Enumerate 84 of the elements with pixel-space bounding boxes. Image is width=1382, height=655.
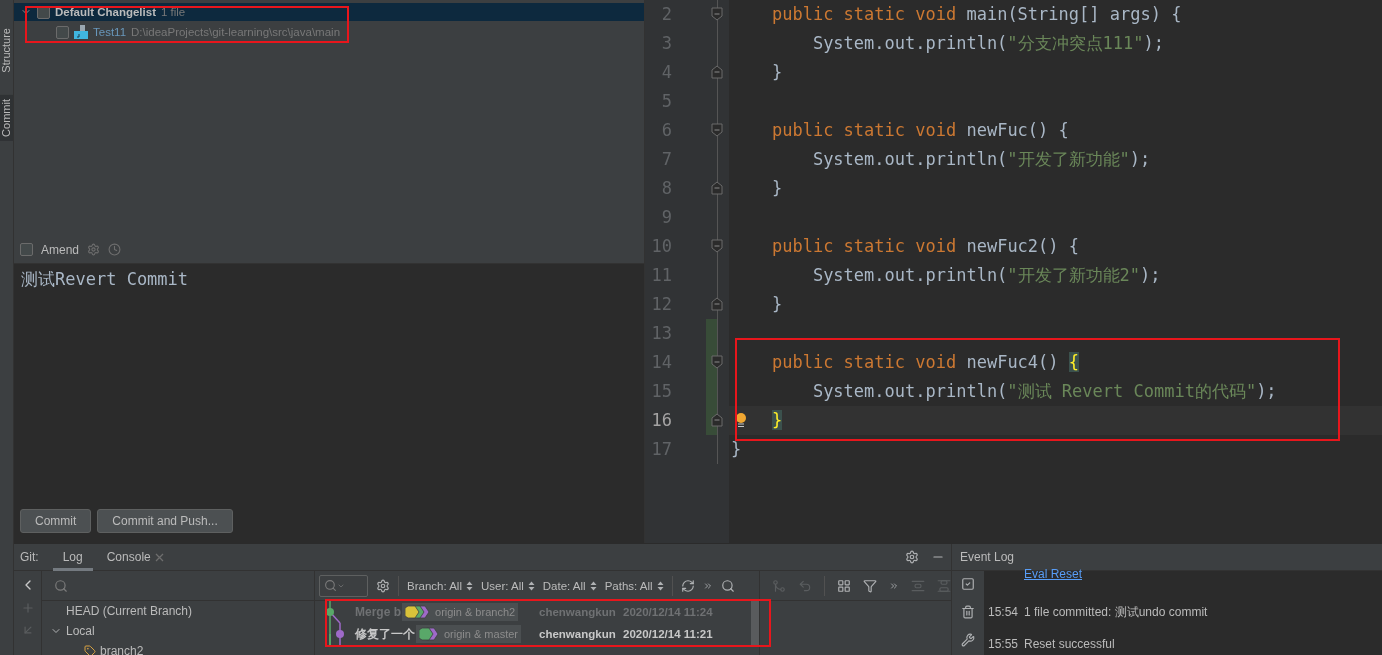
fold-marker-icon[interactable] xyxy=(711,181,723,195)
commit-author: chenwangkun xyxy=(539,628,617,640)
close-icon[interactable] xyxy=(154,552,164,562)
code-line: System.out.println("分支冲突点111"); xyxy=(811,32,1166,55)
undo-icon[interactable] xyxy=(798,578,812,593)
code-line: public static void main(String[] args) { xyxy=(770,3,1183,26)
code-line: } xyxy=(770,293,784,316)
updown-caret-icon xyxy=(466,580,473,591)
commit-message[interactable]: 修复了一个 xyxy=(355,625,415,643)
filter-dropdown[interactable]: Branch: All xyxy=(407,579,473,592)
fold-marker-icon[interactable] xyxy=(711,65,723,79)
settings-icon[interactable] xyxy=(905,550,919,564)
fold-marker-icon[interactable] xyxy=(711,355,723,369)
commit-message-field[interactable]: 测试Revert Commit xyxy=(14,262,644,505)
filter-dropdown[interactable]: Date: All xyxy=(542,579,597,592)
expand-icon[interactable] xyxy=(911,578,925,593)
scrollbar[interactable] xyxy=(751,601,759,647)
fold-marker-icon[interactable] xyxy=(711,123,723,137)
line-number: 16 xyxy=(645,406,700,435)
tool-window-tab[interactable]: Structure xyxy=(0,24,13,77)
tag-icon xyxy=(84,645,96,655)
updown-caret-icon xyxy=(656,580,664,591)
search-field[interactable] xyxy=(319,574,368,597)
more-icon[interactable] xyxy=(702,580,713,591)
updown-caret-icon xyxy=(589,580,597,591)
cherry-pick-icon[interactable] xyxy=(772,578,786,593)
updown-caret-icon xyxy=(527,580,535,591)
fold-marker-icon[interactable] xyxy=(711,7,723,21)
branch-item[interactable]: branch2 xyxy=(100,644,144,655)
refresh-icon[interactable] xyxy=(680,578,695,593)
panel-tab[interactable]: Log xyxy=(52,543,93,571)
code-line: System.out.println("开发了新功能2"); xyxy=(811,264,1162,287)
commit-button[interactable]: Commit and Push... xyxy=(97,509,233,533)
panel-title: Git: xyxy=(20,550,39,564)
event-time: 15:55 xyxy=(988,637,1016,651)
code-line: public static void newFuc() { xyxy=(770,119,1070,142)
clock-icon[interactable] xyxy=(108,243,122,256)
java-file-icon xyxy=(74,25,88,39)
code-line: public static void newFuc2() { xyxy=(770,235,1081,258)
amend-label: Amend xyxy=(41,242,80,257)
search-icon[interactable] xyxy=(54,578,68,593)
branch-item[interactable]: Local xyxy=(66,624,95,638)
event-message: Reset successful xyxy=(1024,637,1115,651)
code-line: } xyxy=(770,177,784,200)
commit-button[interactable]: Commit xyxy=(20,509,92,533)
checkbox[interactable] xyxy=(56,25,69,39)
code-line: } xyxy=(770,61,784,84)
event-time: 15:54 xyxy=(988,605,1016,619)
ref-label: origin & master xyxy=(416,625,521,643)
code-line: System.out.println("开发了新功能"); xyxy=(811,148,1152,171)
file-count: 1 file xyxy=(160,6,186,18)
fold-marker-icon[interactable] xyxy=(711,297,723,311)
file-name: Test11 xyxy=(93,26,127,38)
filter-dropdown[interactable]: Paths: All xyxy=(604,579,664,592)
code-line: } xyxy=(730,438,743,461)
fold-marker-icon[interactable] xyxy=(711,413,723,427)
search-icon[interactable] xyxy=(720,578,735,593)
event-message: 1 file committed: 测试undo commit xyxy=(1024,603,1208,621)
changelist-name: Default Changelist xyxy=(55,6,156,18)
branch-item[interactable]: HEAD (Current Branch) xyxy=(66,604,193,618)
checkbox[interactable] xyxy=(20,243,33,256)
filter-dropdown[interactable]: User: All xyxy=(481,579,535,592)
event-link[interactable]: Eval Reset xyxy=(1024,567,1083,581)
code-line: System.out.println("测试 Revert Commit的代码"); xyxy=(811,380,1278,403)
tool-window-tab[interactable]: Commit xyxy=(0,94,13,141)
panel-tab[interactable]: Console xyxy=(96,543,174,571)
grid-icon[interactable] xyxy=(837,578,851,593)
filter-icon[interactable] xyxy=(863,578,877,593)
file-path: D:\ideaProjects\git-learning\src\java\main xyxy=(131,26,341,38)
mark-read-icon[interactable] xyxy=(961,577,975,591)
wrench-icon[interactable] xyxy=(961,633,975,647)
fold-marker-icon[interactable] xyxy=(711,239,723,253)
code-line: public static void newFuc4() { xyxy=(770,351,1081,374)
ref-label: origin & branch2 xyxy=(402,603,519,621)
collapse-all-icon[interactable] xyxy=(937,578,951,593)
change-marker[interactable] xyxy=(706,319,717,348)
commit-date: 2020/12/14 11:21 xyxy=(623,628,713,640)
settings-icon[interactable] xyxy=(376,578,390,593)
trash-icon[interactable] xyxy=(961,605,975,619)
lightbulb-icon[interactable] xyxy=(735,412,747,428)
search-icon xyxy=(324,579,337,592)
more-icon[interactable] xyxy=(889,580,899,591)
panel-title: Event Log xyxy=(960,550,1015,564)
changelist-row[interactable]: Default Changelist 1 file xyxy=(14,3,644,21)
